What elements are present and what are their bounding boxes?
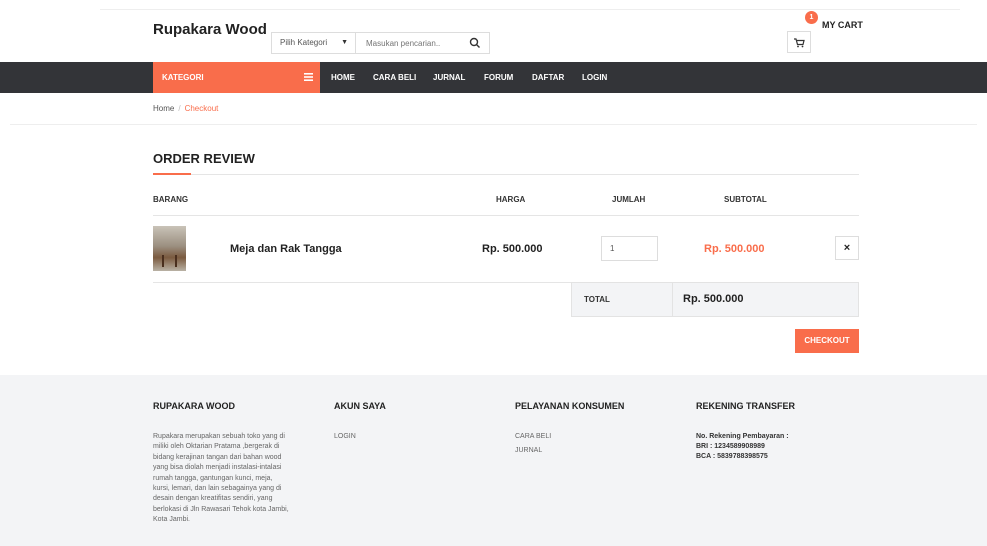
thumbnail-detail [162, 255, 164, 267]
thumbnail-detail [175, 255, 177, 267]
footer-about-text: Rupakara merupakan sebuah toko yang di m… [153, 432, 323, 526]
footer-about-line: kursi, lemari, dan lain sebagainya yang … [153, 485, 282, 493]
footer-link-login[interactable]: LOGIN [334, 433, 356, 440]
my-cart-link[interactable]: MY CART [822, 20, 863, 30]
footer-about-line: yang bisa diolah menjadi instalasi-intal… [153, 464, 282, 472]
footer-transfer-title: REKENING TRANSFER [696, 401, 796, 411]
close-icon: × [843, 242, 851, 254]
footer-about-line: desain dengan kreatifitas sendiri, yang [153, 495, 273, 503]
total-label: TOTAL [584, 295, 610, 304]
transfer-line: BCA : 5839788398575 [696, 453, 768, 460]
quantity-input[interactable] [601, 236, 658, 261]
title-accent-bar [153, 173, 191, 175]
product-price: Rp. 500.000 [482, 243, 543, 255]
footer-about-line: miliki oleh Oktarian Pratama ,bergerak d… [153, 443, 280, 451]
footer-account-title: AKUN SAYA [334, 401, 386, 411]
footer-about-line: berlokasi di Jln Rawasari Tehok kota Jam… [153, 505, 289, 513]
search-icon[interactable] [469, 37, 481, 49]
footer-about-line: bidang kerajinan tangan dari bahan wood [153, 453, 282, 461]
category-select[interactable]: Pilih Kategori ▼ [272, 33, 356, 53]
main-navbar: KATEGORI HOME CARA BELI JURNAL FORUM DAF… [0, 62, 987, 93]
breadcrumb-separator: / [178, 104, 181, 113]
footer-transfer-info: No. Rekening Pembayaran : BRI : 12345899… [696, 432, 789, 462]
checkout-button[interactable]: CHECKOUT [795, 329, 859, 353]
footer-link-cara-beli[interactable]: CARA BELI [515, 433, 551, 440]
nav-daftar[interactable]: DAFTAR [532, 62, 564, 93]
transfer-line: No. Rekening Pembayaran : [696, 433, 789, 440]
total-divider [672, 282, 673, 317]
breadcrumb: Home / Checkout [153, 104, 218, 113]
breadcrumb-current: Checkout [184, 104, 219, 113]
column-header-price: HARGA [496, 195, 526, 204]
menu-icon [304, 73, 313, 81]
cart-icon [794, 38, 805, 48]
product-subtotal: Rp. 500.000 [704, 243, 765, 255]
footer-about-line: Rupakara merupakan sebuah toko yang di [153, 433, 285, 440]
column-header-qty: JUMLAH [612, 195, 646, 204]
site-header: Rupakara Wood Pilih Kategori ▼ [0, 10, 987, 62]
header-divider [153, 215, 859, 216]
footer-link-jurnal[interactable]: JURNAL [515, 447, 542, 454]
search-input[interactable] [358, 34, 463, 52]
cart-count-badge: 1 [805, 11, 818, 24]
title-divider [153, 174, 859, 175]
chevron-down-icon: ▼ [341, 39, 348, 46]
breadcrumb-home[interactable]: Home [153, 104, 174, 113]
column-header-subtotal: SUBTOTAL [724, 195, 767, 204]
category-menu-label: KATEGORI [162, 73, 204, 82]
footer-about-title: RUPAKARA WOOD [153, 401, 235, 411]
site-footer [0, 375, 987, 546]
footer-service-title: PELAYANAN KONSUMEN [515, 401, 625, 411]
nav-jurnal[interactable]: JURNAL [433, 62, 465, 93]
nav-home[interactable]: HOME [331, 62, 355, 93]
cart-button[interactable] [787, 31, 811, 53]
column-header-item: BARANG [153, 195, 189, 204]
total-value: Rp. 500.000 [683, 293, 744, 305]
site-logo[interactable]: Rupakara Wood [153, 21, 267, 38]
top-border [100, 0, 960, 10]
page-title: ORDER REVIEW [153, 151, 255, 166]
product-name[interactable]: Meja dan Rak Tangga [230, 243, 342, 255]
category-select-label: Pilih Kategori [280, 38, 328, 47]
category-menu-button[interactable]: KATEGORI [153, 62, 320, 93]
footer-about-line: rumah tangga, gantungan kunci, meja, [153, 474, 273, 482]
breadcrumb-divider [10, 124, 977, 125]
product-thumbnail[interactable] [153, 226, 186, 271]
nav-login[interactable]: LOGIN [582, 62, 607, 93]
nav-forum[interactable]: FORUM [484, 62, 513, 93]
remove-item-button[interactable]: × [835, 236, 859, 260]
transfer-line: BRI : 1234589908989 [696, 443, 765, 450]
nav-cara-beli[interactable]: CARA BELI [373, 62, 416, 93]
search-bar: Pilih Kategori ▼ [271, 32, 490, 54]
footer-about-line: Kota Jambi. [153, 516, 190, 524]
